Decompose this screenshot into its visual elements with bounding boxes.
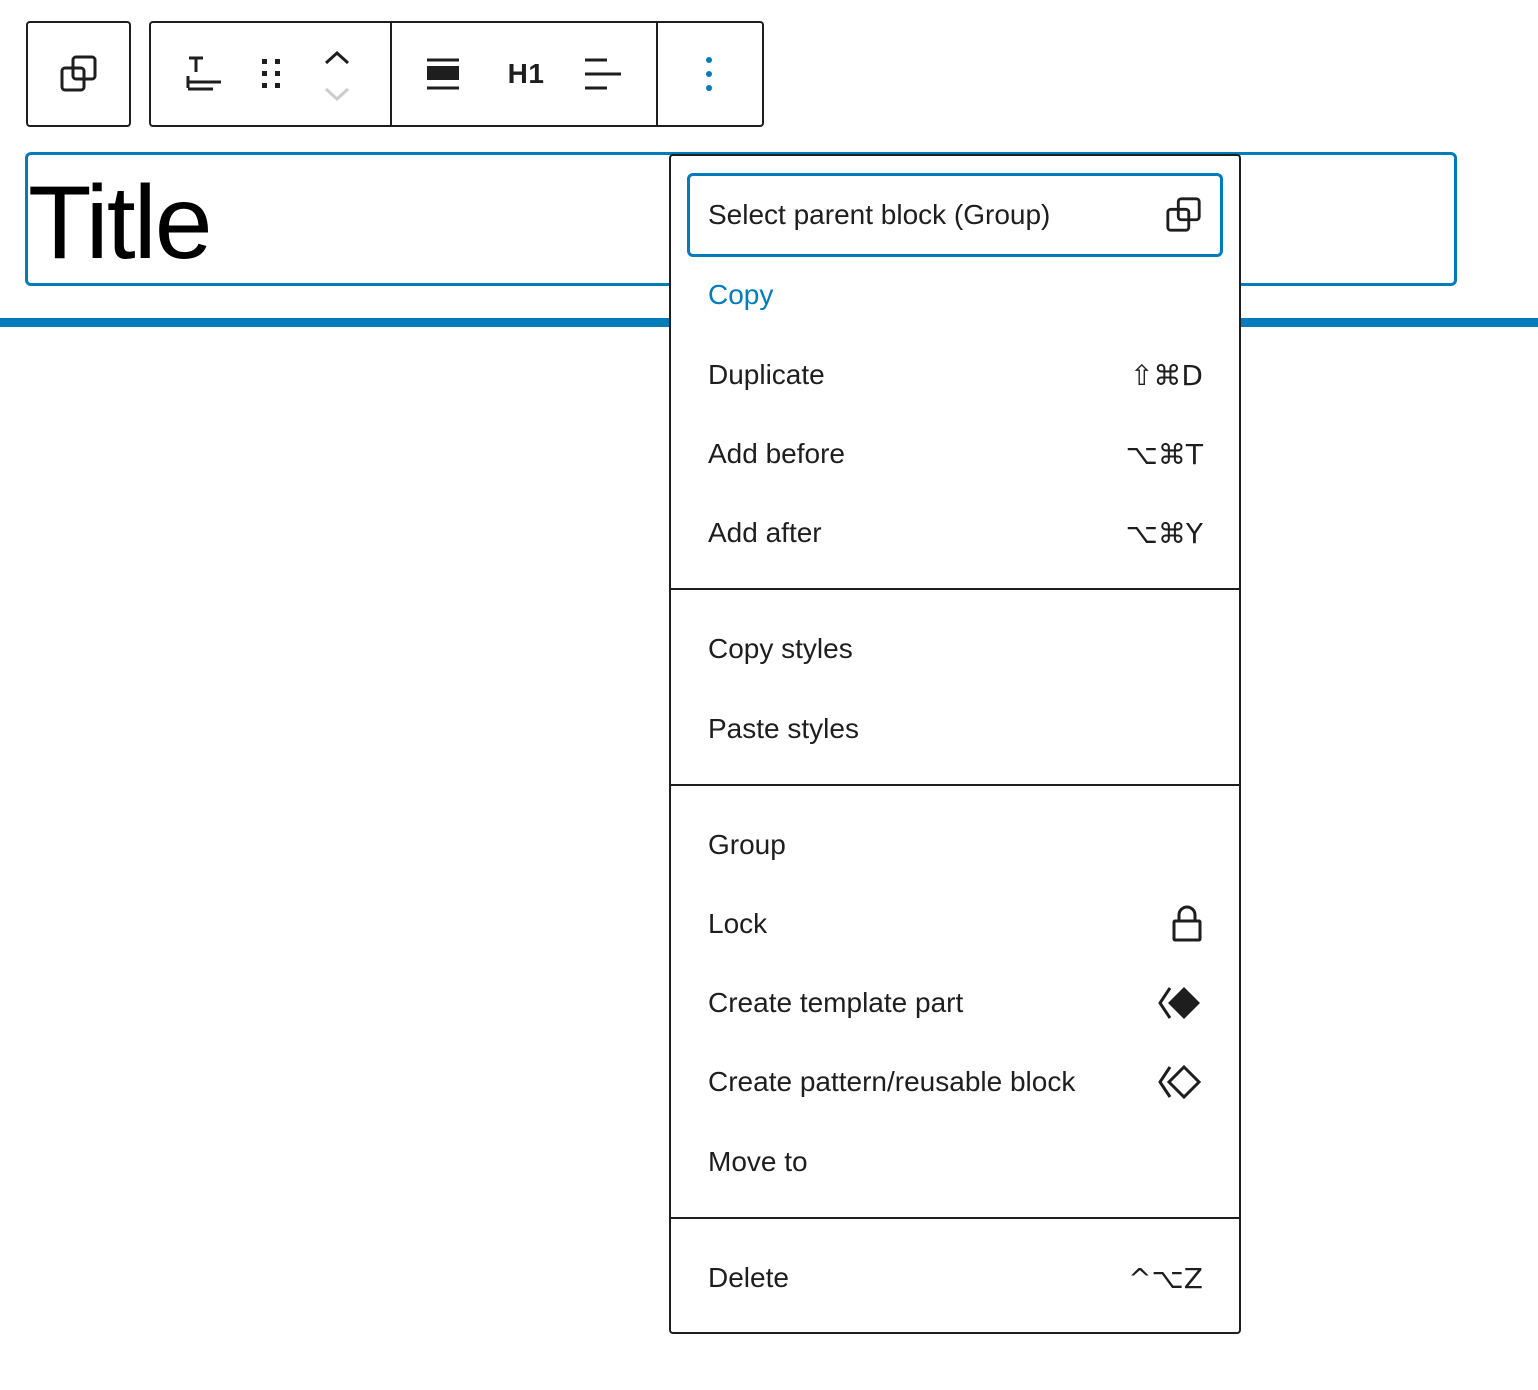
heading-text[interactable]: Title [28, 163, 213, 283]
menu-item-label: Copy [708, 279, 774, 310]
drag-handle-button[interactable] [247, 49, 295, 99]
block-type-button[interactable] [173, 49, 233, 99]
drag-handle-icon [262, 59, 280, 88]
toolbar-divider [656, 23, 658, 125]
options-icon [706, 57, 712, 91]
menu-item-lock[interactable]: Lock [687, 884, 1223, 964]
shortcut-label: ^⌥Z [1128, 1261, 1203, 1295]
menu-item-label: Copy styles [708, 633, 853, 664]
block-options-menu: Select parent block (Group) Copy Duplica… [669, 154, 1241, 1334]
editor-canvas: H1 Title Select parent block (Group) Cop… [0, 0, 1538, 1390]
menu-item-label: Move to [708, 1146, 808, 1177]
menu-item-select-parent[interactable]: Select parent block (Group) [687, 173, 1223, 257]
toolbar-divider [390, 23, 392, 125]
align-icon [427, 58, 459, 90]
align-button[interactable] [413, 49, 473, 99]
text-align-button[interactable] [571, 49, 635, 99]
block-type-icon [186, 56, 221, 91]
menu-item-group[interactable]: Group [687, 805, 1223, 885]
menu-item-label: Create template part [708, 987, 964, 1018]
menu-item-label: Duplicate [708, 359, 825, 390]
heading-level-label: H1 [507, 58, 545, 89]
select-parent-button[interactable] [28, 23, 129, 125]
shortcut-label: ⌥⌘T [1125, 437, 1203, 471]
select-parent-icon [60, 55, 96, 92]
menu-divider [671, 588, 1239, 590]
select-parent-toolbar [26, 21, 131, 127]
menu-item-create-pattern[interactable]: Create pattern/reusable block [687, 1042, 1223, 1122]
menu-item-delete[interactable]: Delete ^⌥Z [687, 1238, 1223, 1318]
menu-item-label: Add before [708, 438, 845, 469]
menu-item-add-after[interactable]: Add after ⌥⌘Y [687, 493, 1223, 573]
select-parent-icon [1165, 196, 1203, 234]
template-part-icon [1157, 984, 1203, 1022]
heading-level-button[interactable]: H1 [491, 49, 561, 99]
menu-item-copy[interactable]: Copy [687, 255, 1223, 335]
lock-icon [1171, 905, 1203, 943]
shortcut-label: ⇧⌘D [1129, 358, 1203, 392]
menu-divider [671, 1217, 1239, 1219]
text-align-icon [585, 58, 621, 90]
move-up-icon [324, 50, 350, 65]
menu-item-label: Select parent block (Group) [708, 199, 1051, 230]
menu-item-create-template-part[interactable]: Create template part [687, 963, 1223, 1043]
shortcut-label: ⌥⌘Y [1125, 516, 1203, 550]
menu-item-label: Lock [708, 908, 768, 939]
menu-divider [671, 784, 1239, 786]
move-up-button[interactable] [315, 43, 359, 73]
menu-item-add-before[interactable]: Add before ⌥⌘T [687, 414, 1223, 494]
menu-item-label: Paste styles [708, 713, 859, 744]
reusable-block-icon [1157, 1063, 1203, 1101]
block-toolbar: H1 [149, 21, 764, 127]
menu-item-move-to[interactable]: Move to [687, 1122, 1223, 1202]
move-down-icon [324, 87, 350, 102]
options-button[interactable] [681, 49, 737, 99]
menu-item-label: Group [708, 829, 786, 860]
menu-item-label: Create pattern/reusable block [708, 1066, 1076, 1097]
menu-item-label: Add after [708, 517, 822, 548]
menu-item-copy-styles[interactable]: Copy styles [687, 609, 1223, 689]
move-down-button[interactable] [315, 79, 359, 109]
menu-item-paste-styles[interactable]: Paste styles [687, 689, 1223, 769]
menu-item-duplicate[interactable]: Duplicate ⇧⌘D [687, 335, 1223, 415]
menu-item-label: Delete [708, 1262, 789, 1293]
